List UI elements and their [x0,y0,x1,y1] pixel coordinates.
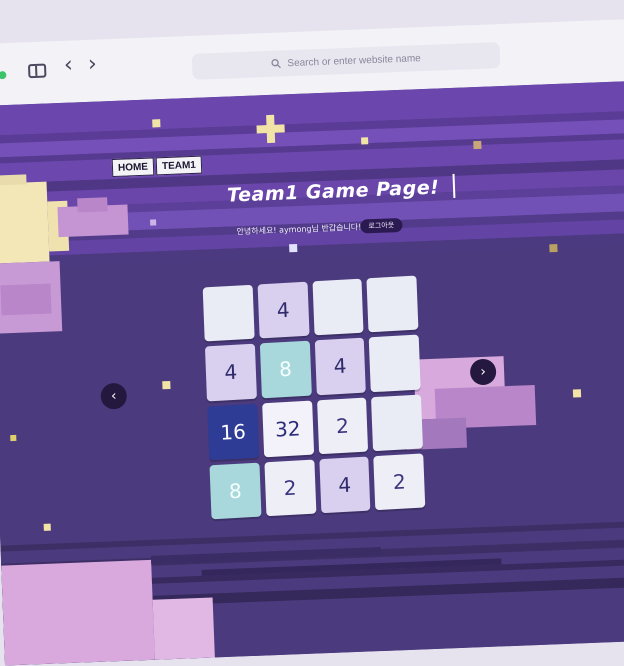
board-tile: 2 [373,453,426,511]
board-tile: 8 [209,462,262,520]
browser-window: ‹ › Search or enter website name HOME TE… [0,0,624,666]
board-tile [371,393,423,451]
star-icon [152,119,161,128]
cloud [1,559,155,666]
board-tile: 8 [259,340,312,398]
address-bar[interactable]: Search or enter website name [191,42,501,80]
cloud [152,597,215,660]
search-icon [271,59,282,69]
moon [0,181,50,264]
board-tile [202,284,255,342]
star-icon [572,389,582,398]
board-tile [366,275,419,333]
logout-button[interactable]: 로그아웃 [360,217,403,234]
team-tab[interactable]: TEAM1 [155,155,203,176]
game-page: HOME TEAM1 Team1 Game Page! 안녕하세요! aymon… [0,79,624,666]
board-tile: 32 [261,400,314,458]
game-board: 4 4 8 4 16 32 2 8 2 4 2 [202,275,426,520]
star-icon [150,219,157,226]
star-icon [361,137,369,145]
board-tile: 4 [257,281,310,339]
star-icon [162,380,171,390]
chevron-left-icon[interactable]: ‹ [64,52,74,77]
star-icon [256,124,285,134]
board-tile: 4 [314,337,367,395]
address-placeholder: Search or enter website name [287,52,421,69]
star-icon [549,244,558,253]
home-tab[interactable]: HOME [111,157,155,178]
star-icon [289,243,298,253]
board-tile: 2 [316,397,369,455]
board-tile: 2 [264,459,316,517]
chevron-right-icon[interactable]: › [88,52,98,77]
sidebar-icon[interactable] [27,63,47,79]
board-tile: 16 [207,403,259,461]
star-icon [43,523,51,531]
cloud [77,197,108,213]
board-tile [368,334,421,392]
star-icon [473,140,482,150]
board-tile: 4 [204,343,257,401]
window-control-dot[interactable] [0,71,7,80]
board-tile: 4 [318,456,371,514]
star-icon [10,434,17,442]
moon [0,174,27,186]
board-tile [312,278,364,336]
cloud [0,283,52,316]
